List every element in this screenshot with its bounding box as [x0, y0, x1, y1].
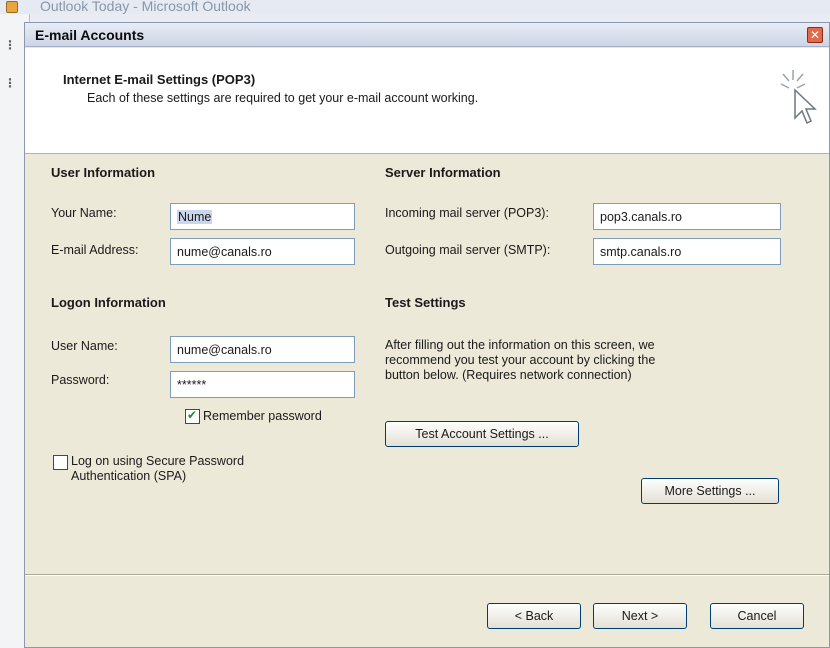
outgoing-server-field[interactable]: smtp.canals.ro — [593, 238, 781, 265]
header-title: Internet E-mail Settings (POP3) — [63, 72, 256, 87]
user-name-label: User Name: — [51, 339, 118, 353]
footer-divider — [25, 574, 829, 576]
dialog-title: E-mail Accounts — [35, 27, 145, 43]
email-accounts-dialog: E-mail Accounts ✕ Internet E-mail Settin… — [24, 22, 830, 648]
close-icon: ✕ — [809, 28, 821, 42]
outlook-window-title: Outlook Today - Microsoft Outlook — [40, 0, 251, 14]
password-field[interactable]: ****** — [170, 371, 355, 398]
server-info-title: Server Information — [385, 165, 501, 180]
outgoing-server-label: Outgoing mail server (SMTP): — [385, 243, 551, 257]
test-help-line2: recommend you test your account by click… — [385, 353, 656, 367]
spa-checkbox[interactable] — [53, 455, 68, 470]
test-account-settings-button[interactable]: Test Account Settings ... — [385, 421, 579, 447]
incoming-server-field[interactable]: pop3.canals.ro — [593, 203, 781, 230]
your-name-value: Nume — [177, 210, 213, 224]
wizard-cursor-icon — [780, 70, 817, 125]
logon-info-title: Logon Information — [51, 295, 166, 310]
remember-password-label: Remember password — [203, 409, 322, 423]
user-info-title: User Information — [51, 165, 156, 180]
toolbar-grip-icon: ⋮ — [4, 76, 16, 90]
dialog-header: Internet E-mail Settings (POP3) Each of … — [25, 48, 829, 154]
toolbar-grip-icon: ⋮ — [4, 38, 16, 52]
incoming-server-label: Incoming mail server (POP3): — [385, 206, 549, 220]
test-settings-title: Test Settings — [385, 295, 466, 310]
password-label: Password: — [51, 373, 110, 387]
spa-label-line2: Authentication (SPA) — [71, 469, 187, 483]
dialog-titlebar: E-mail Accounts ✕ — [25, 23, 829, 47]
back-button[interactable]: < Back — [487, 603, 581, 629]
your-name-label: Your Name: — [51, 206, 117, 220]
header-subtitle: Each of these settings are required to g… — [87, 91, 479, 105]
email-address-label: E-mail Address: — [51, 243, 139, 257]
test-help-line1: After filling out the information on thi… — [385, 338, 655, 352]
your-name-field[interactable]: Nume — [170, 203, 355, 230]
email-address-field[interactable]: nume@canals.ro — [170, 238, 355, 265]
spa-label-line1: Log on using Secure Password — [71, 454, 245, 468]
test-help-line3: button below. (Requires network connecti… — [385, 368, 632, 382]
remember-password-checkbox[interactable] — [185, 408, 200, 424]
next-button[interactable]: Next > — [593, 603, 687, 629]
outlook-app-icon — [6, 1, 18, 13]
user-name-field[interactable]: nume@canals.ro — [170, 336, 355, 363]
more-settings-button[interactable]: More Settings ... — [641, 478, 779, 504]
cancel-button[interactable]: Cancel — [710, 603, 804, 629]
close-button[interactable]: ✕ — [807, 27, 823, 43]
outlook-titlebar: Outlook Today - Microsoft Outlook — [0, 0, 830, 14]
